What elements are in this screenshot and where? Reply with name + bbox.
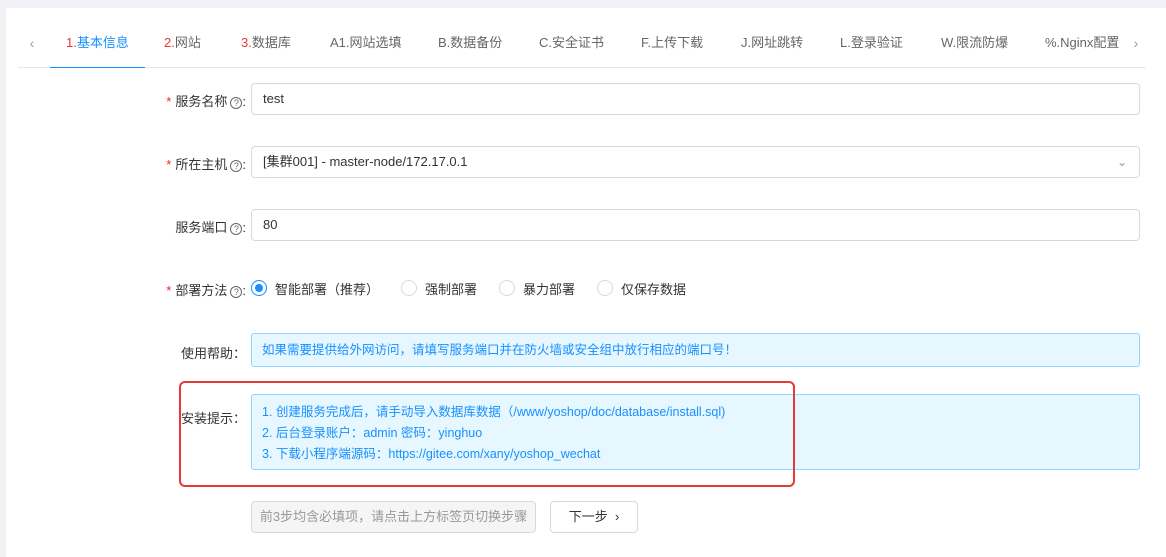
required-mark: *	[166, 283, 172, 298]
required-mark: *	[166, 157, 172, 172]
help-icon[interactable]: ?	[230, 97, 243, 109]
tab-upload-download[interactable]: F.上传下载	[641, 22, 703, 68]
port-input[interactable]: 80	[251, 209, 1140, 241]
radio-circle	[251, 280, 267, 296]
tab-label: L.登录验证	[840, 35, 903, 50]
next-step-button[interactable]: 下一步 ›	[550, 501, 638, 533]
radio-label: 智能部署（推荐）	[275, 281, 380, 297]
host-select[interactable]: [集群001] - master-node/172.17.0.1 ⌄	[251, 146, 1140, 178]
tab-label: W.限流防爆	[941, 35, 1009, 50]
deploy-method-label: * 部署方法?:	[166, 283, 246, 298]
install-tip-line: 3. 下载小程序端源码：https://gitee.com/xany/yosho…	[262, 447, 601, 461]
help-icon[interactable]: ?	[230, 223, 243, 235]
radio-circle	[401, 280, 418, 296]
label-text: 部署方法	[175, 283, 228, 298]
radio-label: 仅保存数据	[621, 281, 687, 297]
radio-save-only[interactable]: 仅保存数据	[597, 279, 686, 298]
usage-help-label: 使用帮助：	[180, 346, 246, 361]
install-tips-alert: 1. 创建服务完成后，请手动导入数据库数据（/www/yoshop/doc/da…	[251, 394, 1140, 470]
tab-website[interactable]: 2.网站	[164, 22, 201, 68]
step-tabs: ‹ 1.基本信息 2.网站 3.数据库 A1.网站选填 B.数据备份 C.安全证…	[18, 22, 1146, 68]
help-icon[interactable]: ?	[230, 286, 243, 298]
chevron-down-icon: ⌄	[1116, 155, 1127, 169]
tab-website-options[interactable]: A1.网站选填	[330, 22, 402, 68]
tab-database[interactable]: 3.数据库	[241, 22, 291, 68]
port-label: 服务端口?:	[175, 220, 246, 235]
tab-label: J.网址跳转	[741, 35, 804, 50]
tab-label: 数据库	[251, 35, 291, 50]
tab-label: A1.网站选填	[330, 35, 402, 50]
tab-label: %.Nginx配置	[1045, 35, 1120, 50]
label-text: 所在主机	[175, 157, 228, 172]
tab-login-auth[interactable]: L.登录验证	[840, 22, 903, 68]
tab-basic-info[interactable]: 1.基本信息	[50, 22, 145, 68]
radio-circle	[499, 280, 516, 296]
radio-label: 强制部署	[425, 281, 478, 297]
install-tip-line: 2. 后台登录账户：admin 密码：yinghuo	[262, 426, 483, 440]
tab-strip: 1.基本信息 2.网站 3.数据库 A1.网站选填 B.数据备份 C.安全证书 …	[18, 22, 1120, 68]
tab-label: C.安全证书	[539, 35, 605, 50]
radio-force-deploy[interactable]: 强制部署	[401, 279, 477, 298]
main-card: ‹ 1.基本信息 2.网站 3.数据库 A1.网站选填 B.数据备份 C.安全证…	[6, 8, 1166, 557]
label-text: 服务名称	[175, 94, 228, 109]
tab-ssl-cert[interactable]: C.安全证书	[539, 22, 604, 68]
install-tip-line: 1. 创建服务完成后，请手动导入数据库数据（/www/yoshop/doc/da…	[262, 405, 726, 419]
host-label: * 所在主机?:	[166, 157, 246, 172]
required-mark: *	[166, 94, 172, 109]
tab-number: 1.	[66, 35, 77, 50]
radio-brute-deploy[interactable]: 暴力部署	[499, 279, 575, 298]
tab-number: 3.	[241, 35, 252, 50]
label-text: 服务端口	[175, 220, 228, 235]
usage-help-alert: 如果需要提供给外网访问，请填写服务端口并在防火墙或安全组中放行相应的端口号！	[251, 333, 1140, 367]
tab-next-icon[interactable]: ›	[1124, 22, 1148, 64]
tab-url-redirect[interactable]: J.网址跳转	[741, 22, 803, 68]
next-step-label: 下一步	[568, 509, 608, 524]
tab-label: F.上传下载	[641, 35, 704, 50]
host-select-value: [集群001] - master-node/172.17.0.1	[263, 154, 468, 169]
deploy-method-radio-group: 智能部署（推荐） 强制部署 暴力部署 仅保存数据	[251, 278, 708, 298]
tab-label: 基本信息	[76, 35, 129, 50]
radio-circle	[597, 280, 614, 296]
help-icon[interactable]: ?	[230, 160, 243, 172]
tab-rate-limit[interactable]: W.限流防爆	[941, 22, 1008, 68]
tab-data-backup[interactable]: B.数据备份	[438, 22, 502, 68]
tab-number: 2.	[164, 35, 175, 50]
steps-required-button[interactable]: 前3步均含必填项，请点击上方标签页切换步骤	[251, 501, 536, 533]
tab-label: B.数据备份	[438, 35, 503, 50]
service-name-label: * 服务名称?:	[166, 94, 246, 109]
radio-smart-deploy[interactable]: 智能部署（推荐）	[251, 279, 379, 298]
service-name-input[interactable]: test	[251, 83, 1140, 115]
tab-nginx-config[interactable]: %.Nginx配置	[1045, 22, 1119, 68]
chevron-right-icon: ›	[614, 509, 620, 524]
radio-label: 暴力部署	[523, 281, 576, 297]
install-tips-label: 安装提示：	[180, 411, 246, 426]
tab-label: 网站	[174, 35, 201, 50]
